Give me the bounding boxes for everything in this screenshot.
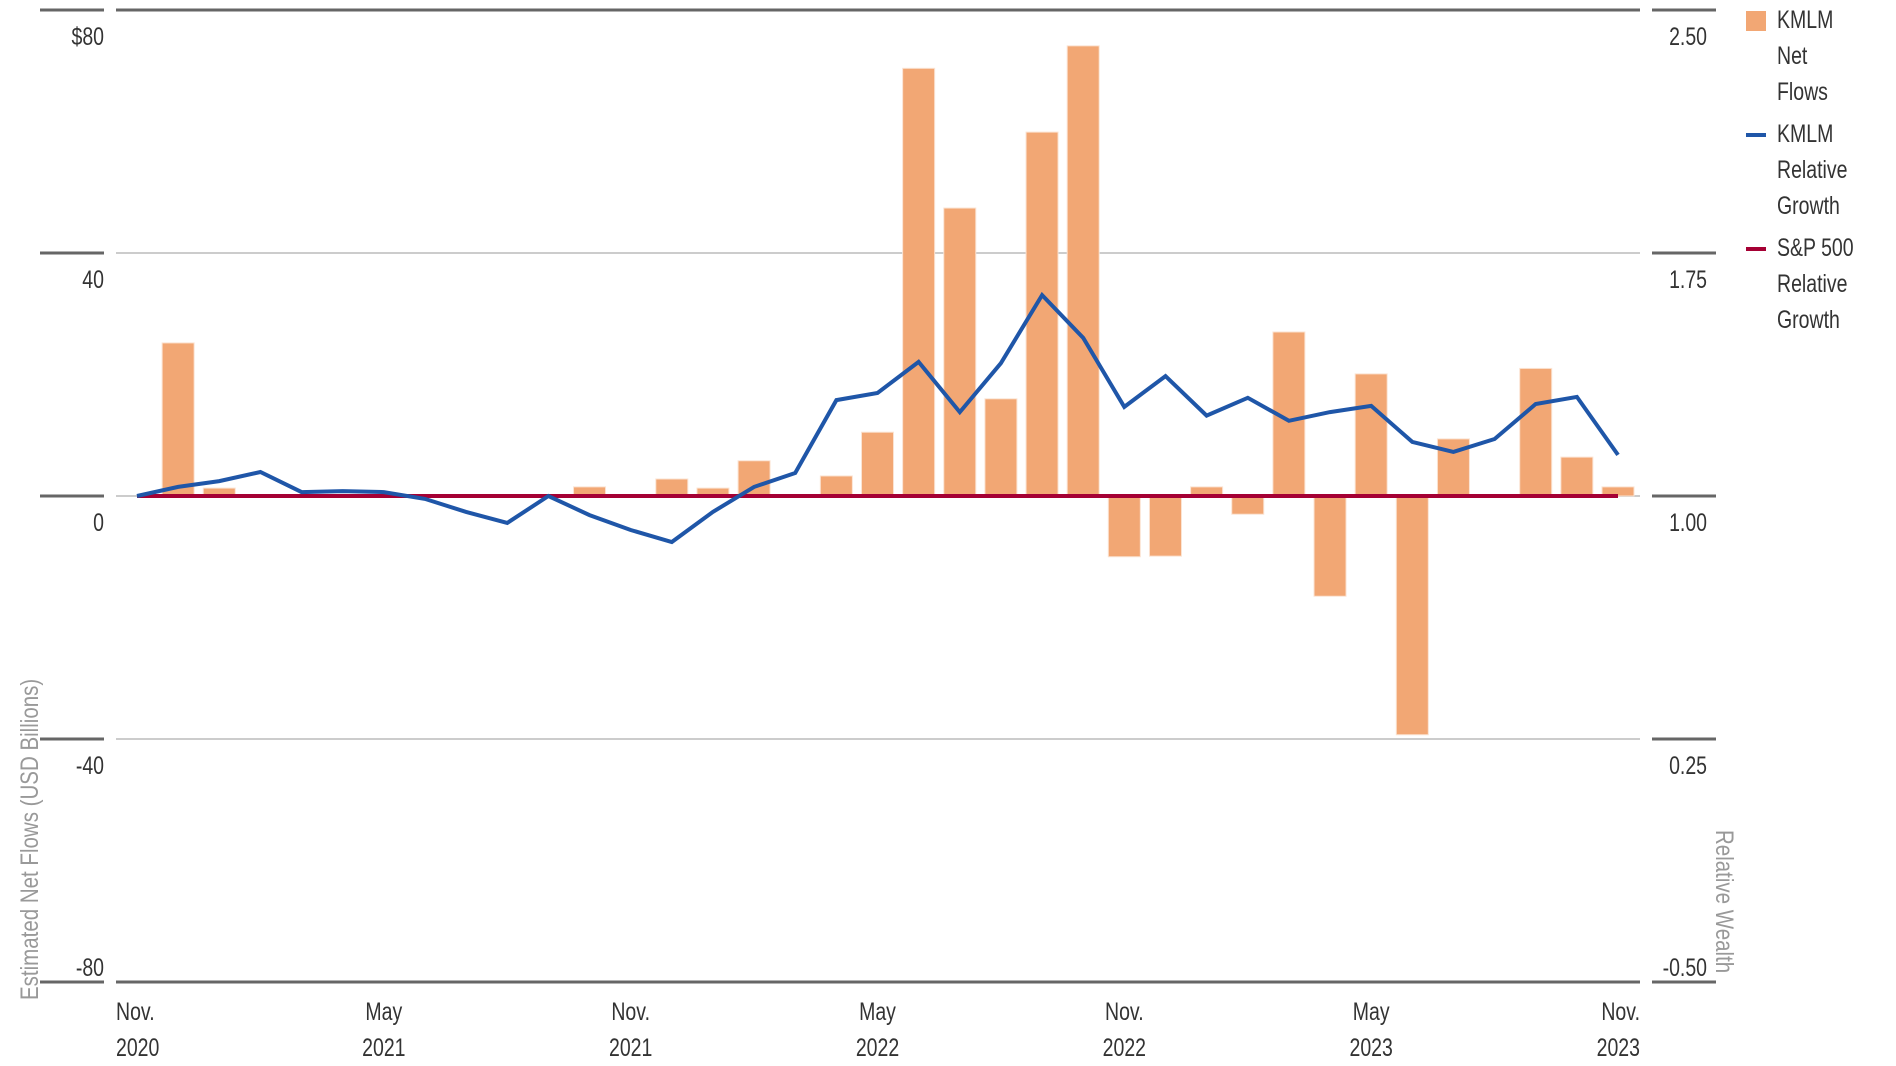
bar (161, 342, 195, 497)
x-tick-label: 2021 (609, 1034, 652, 1062)
y-tick-label-right: 0.25 (1669, 752, 1707, 780)
x-tick-label: 2023 (1597, 1034, 1640, 1062)
y-tick-label-left: $80 (71, 23, 104, 51)
bar (984, 398, 1018, 497)
legend-swatch-bar (1746, 11, 1766, 31)
bar (861, 431, 894, 497)
y-tick-label-left: -80 (76, 954, 104, 982)
y-tick-label-right: 2.50 (1669, 23, 1707, 51)
bar (1066, 45, 1100, 497)
legend-item-kmlm-relative-growth: KMLM Relative Growth (1746, 116, 1896, 224)
x-tick-label: Nov. (1105, 998, 1144, 1026)
bar (1354, 373, 1388, 497)
legend-label: S&P 500 Relative Growth (1777, 234, 1854, 334)
x-tick-label: May (859, 998, 897, 1026)
axis-labels-layer: Estimated Net Flows (USD Billions) Relat… (15, 23, 1739, 1062)
x-tick-label: Nov. (1601, 998, 1640, 1026)
x-tick-label: 2020 (116, 1034, 159, 1062)
y-tick-label-left: -40 (76, 752, 104, 780)
y-tick-label-left: 0 (93, 509, 104, 537)
bar (1231, 495, 1265, 515)
legend-swatch-line (1746, 247, 1766, 251)
legend-item-sp500-relative-growth: S&P 500 Relative Growth (1746, 230, 1896, 338)
legend-label: KMLM Relative Growth (1777, 120, 1848, 220)
y-tick-label-right: 1.00 (1669, 509, 1707, 537)
x-tick-label: 2023 (1349, 1034, 1392, 1062)
y-tick-label-right: -0.50 (1663, 954, 1707, 982)
legend-label: KMLM Net Flows (1777, 6, 1834, 106)
bar (1395, 495, 1429, 736)
bar (1313, 495, 1347, 597)
y-tick-label-right: 1.75 (1669, 266, 1707, 294)
bar (1148, 495, 1182, 557)
x-tick-label: 2022 (856, 1034, 899, 1062)
chart-legend: KMLM Net Flows KMLM Relative Growth S&P … (1746, 2, 1896, 344)
x-tick-label: 2022 (1103, 1034, 1146, 1062)
bar (1107, 495, 1141, 558)
x-tick-label: May (1353, 998, 1391, 1026)
x-tick-label: May (365, 998, 403, 1026)
legend-swatch-line (1746, 133, 1766, 137)
x-tick-label: Nov. (116, 998, 155, 1026)
bar (943, 207, 977, 497)
bar-series-kmlm-net-flows (161, 45, 1635, 736)
legend-item-kmlm-net-flows: KMLM Net Flows (1746, 2, 1896, 110)
bar (1519, 367, 1553, 497)
bar (1560, 456, 1594, 497)
y-axis-title-right: Relative Wealth (1711, 830, 1739, 973)
bar (819, 475, 853, 497)
combo-chart: Estimated Net Flows (USD Billions) Relat… (15, 8, 1739, 1062)
y-axis-title-left: Estimated Net Flows (USD Billions) (15, 679, 43, 1000)
y-tick-label-left: 40 (82, 266, 104, 294)
x-tick-label: Nov. (611, 998, 650, 1026)
bar (902, 67, 936, 497)
bar (737, 460, 771, 497)
x-tick-label: 2021 (362, 1034, 405, 1062)
bar (655, 478, 689, 497)
